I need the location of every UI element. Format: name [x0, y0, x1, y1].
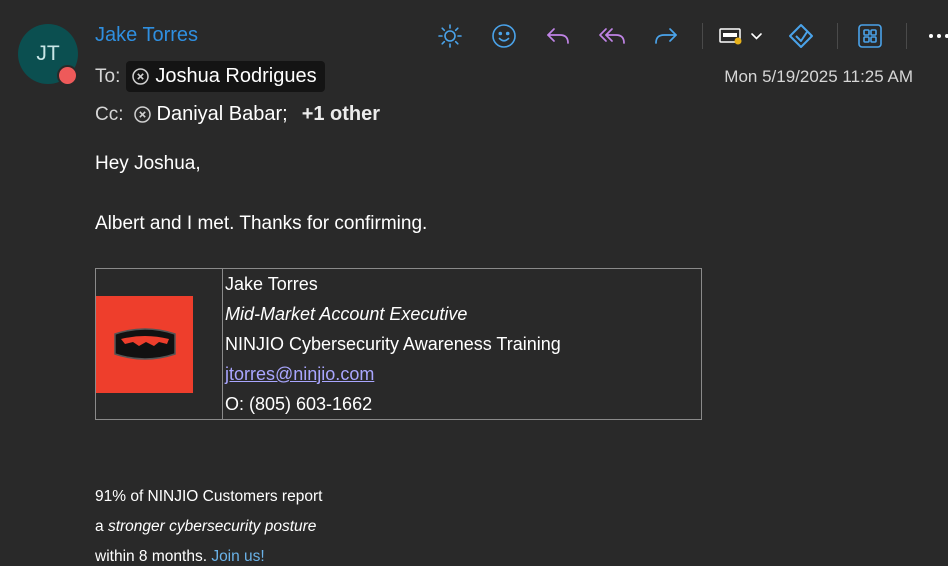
cc-line: Cc: Daniyal Babar; +1 other — [95, 103, 380, 126]
reply-all-icon[interactable] — [594, 20, 630, 52]
footer-line-1: 91% of NINJIO Customers report — [95, 488, 323, 505]
message-date: Mon 5/19/2025 11:25 AM — [724, 67, 913, 86]
ninjio-logo — [96, 295, 193, 393]
join-us-link[interactable]: Join us! — [211, 548, 264, 565]
presence-busy-icon — [57, 65, 78, 86]
ninja-mask-icon — [113, 328, 176, 360]
footer-line-3: within 8 months. Join us! — [95, 548, 265, 566]
footer-line-2-italic: stronger cybersecurity posture — [107, 518, 317, 535]
signature-table: Jake Torres Mid-Market Account Executive… — [95, 268, 702, 420]
viva-insights-icon[interactable] — [783, 20, 819, 52]
to-line: To: Joshua Rodrigues — [95, 61, 325, 92]
signature-email-link[interactable]: jtorres@ninjio.com — [225, 364, 374, 384]
footer-line-3-text: within 8 months. — [95, 548, 207, 565]
apps-icon[interactable] — [852, 20, 888, 52]
immersive-reader-icon[interactable] — [717, 20, 765, 52]
reply-icon[interactable] — [540, 20, 576, 52]
toolbar-divider — [837, 23, 838, 49]
footer-line-2-prefix: a — [95, 518, 108, 535]
signature-phone: O: (805) 603-1662 — [225, 394, 373, 414]
cc-more-link[interactable]: +1 other — [302, 103, 380, 126]
cc-recipient-name: Daniyal Babar; — [156, 103, 288, 125]
footer-line-2: a stronger cybersecurity posture — [95, 518, 316, 536]
brightness-icon[interactable] — [432, 20, 468, 52]
avatar-initials: JT — [36, 42, 60, 65]
sender-name[interactable]: Jake Torres — [95, 24, 198, 47]
signature-logo-cell — [95, 268, 223, 420]
message-toolbar — [432, 20, 948, 52]
signature-company: NINJIO Cybersecurity Awareness Training — [225, 334, 561, 354]
recipient-chip[interactable]: Joshua Rodrigues — [126, 61, 325, 92]
remove-recipient-icon[interactable] — [133, 106, 151, 123]
toolbar-divider — [702, 23, 703, 49]
greeting: Hey Joshua, — [95, 153, 201, 174]
signature-details: Jake Torres Mid-Market Account Executive… — [222, 268, 702, 420]
signature-name: Jake Torres — [225, 274, 318, 294]
to-label: To: — [95, 65, 121, 87]
toolbar-divider — [906, 23, 907, 49]
more-icon[interactable] — [921, 20, 948, 52]
cc-label: Cc: — [95, 103, 124, 125]
remove-recipient-icon[interactable] — [132, 68, 150, 85]
body-line: Albert and I met. Thanks for confirming. — [95, 213, 428, 234]
signature-title: Mid-Market Account Executive — [225, 304, 468, 324]
emoji-icon[interactable] — [486, 20, 522, 52]
cc-recipient[interactable]: Daniyal Babar; — [133, 103, 288, 126]
forward-icon[interactable] — [648, 20, 684, 52]
recipient-name: Joshua Rodrigues — [155, 65, 317, 87]
